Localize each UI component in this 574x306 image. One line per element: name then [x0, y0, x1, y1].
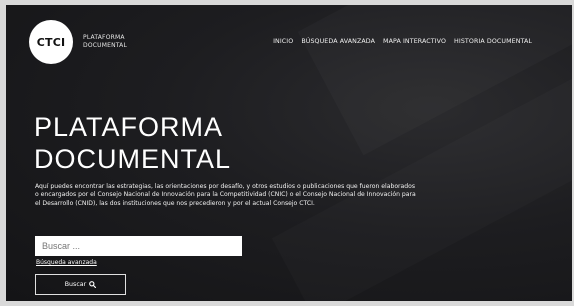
ctci-logo[interactable]: CTCI [29, 20, 73, 64]
brand-line-1: PLATAFORMA [83, 34, 125, 41]
page-title: PLATAFORMA DOCUMENTAL [34, 111, 231, 175]
title-line-1: PLATAFORMA [34, 112, 224, 142]
nav-item-busqueda-avanzada[interactable]: BÚSQUEDA AVANZADA [301, 38, 375, 45]
brand-name[interactable]: PLATAFORMA DOCUMENTAL [83, 34, 127, 49]
brand-line-2: DOCUMENTAL [83, 41, 128, 49]
logo-text: CTCI [36, 35, 66, 49]
page-description: Aquí puedes encontrar las estrategias, l… [35, 183, 416, 207]
page: CTCI PLATAFORMA DOCUMENTAL INICIO BÚSQUE… [6, 5, 572, 301]
advanced-search-link[interactable]: Búsqueda avanzada [36, 259, 97, 266]
search-button-label: Buscar [64, 281, 87, 288]
main-nav: INICIO BÚSQUEDA AVANZADA MAPA INTERACTIV… [273, 38, 532, 45]
nav-item-historia-documental[interactable]: HISTORIA DOCUMENTAL [454, 38, 532, 45]
search-button[interactable]: Buscar [35, 274, 126, 295]
search-icon [89, 281, 97, 288]
title-line-2: DOCUMENTAL [34, 144, 232, 174]
nav-item-mapa-interactivo[interactable]: MAPA INTERACTIVO [383, 38, 446, 45]
nav-item-inicio[interactable]: INICIO [273, 38, 293, 45]
search-input[interactable] [35, 236, 242, 256]
